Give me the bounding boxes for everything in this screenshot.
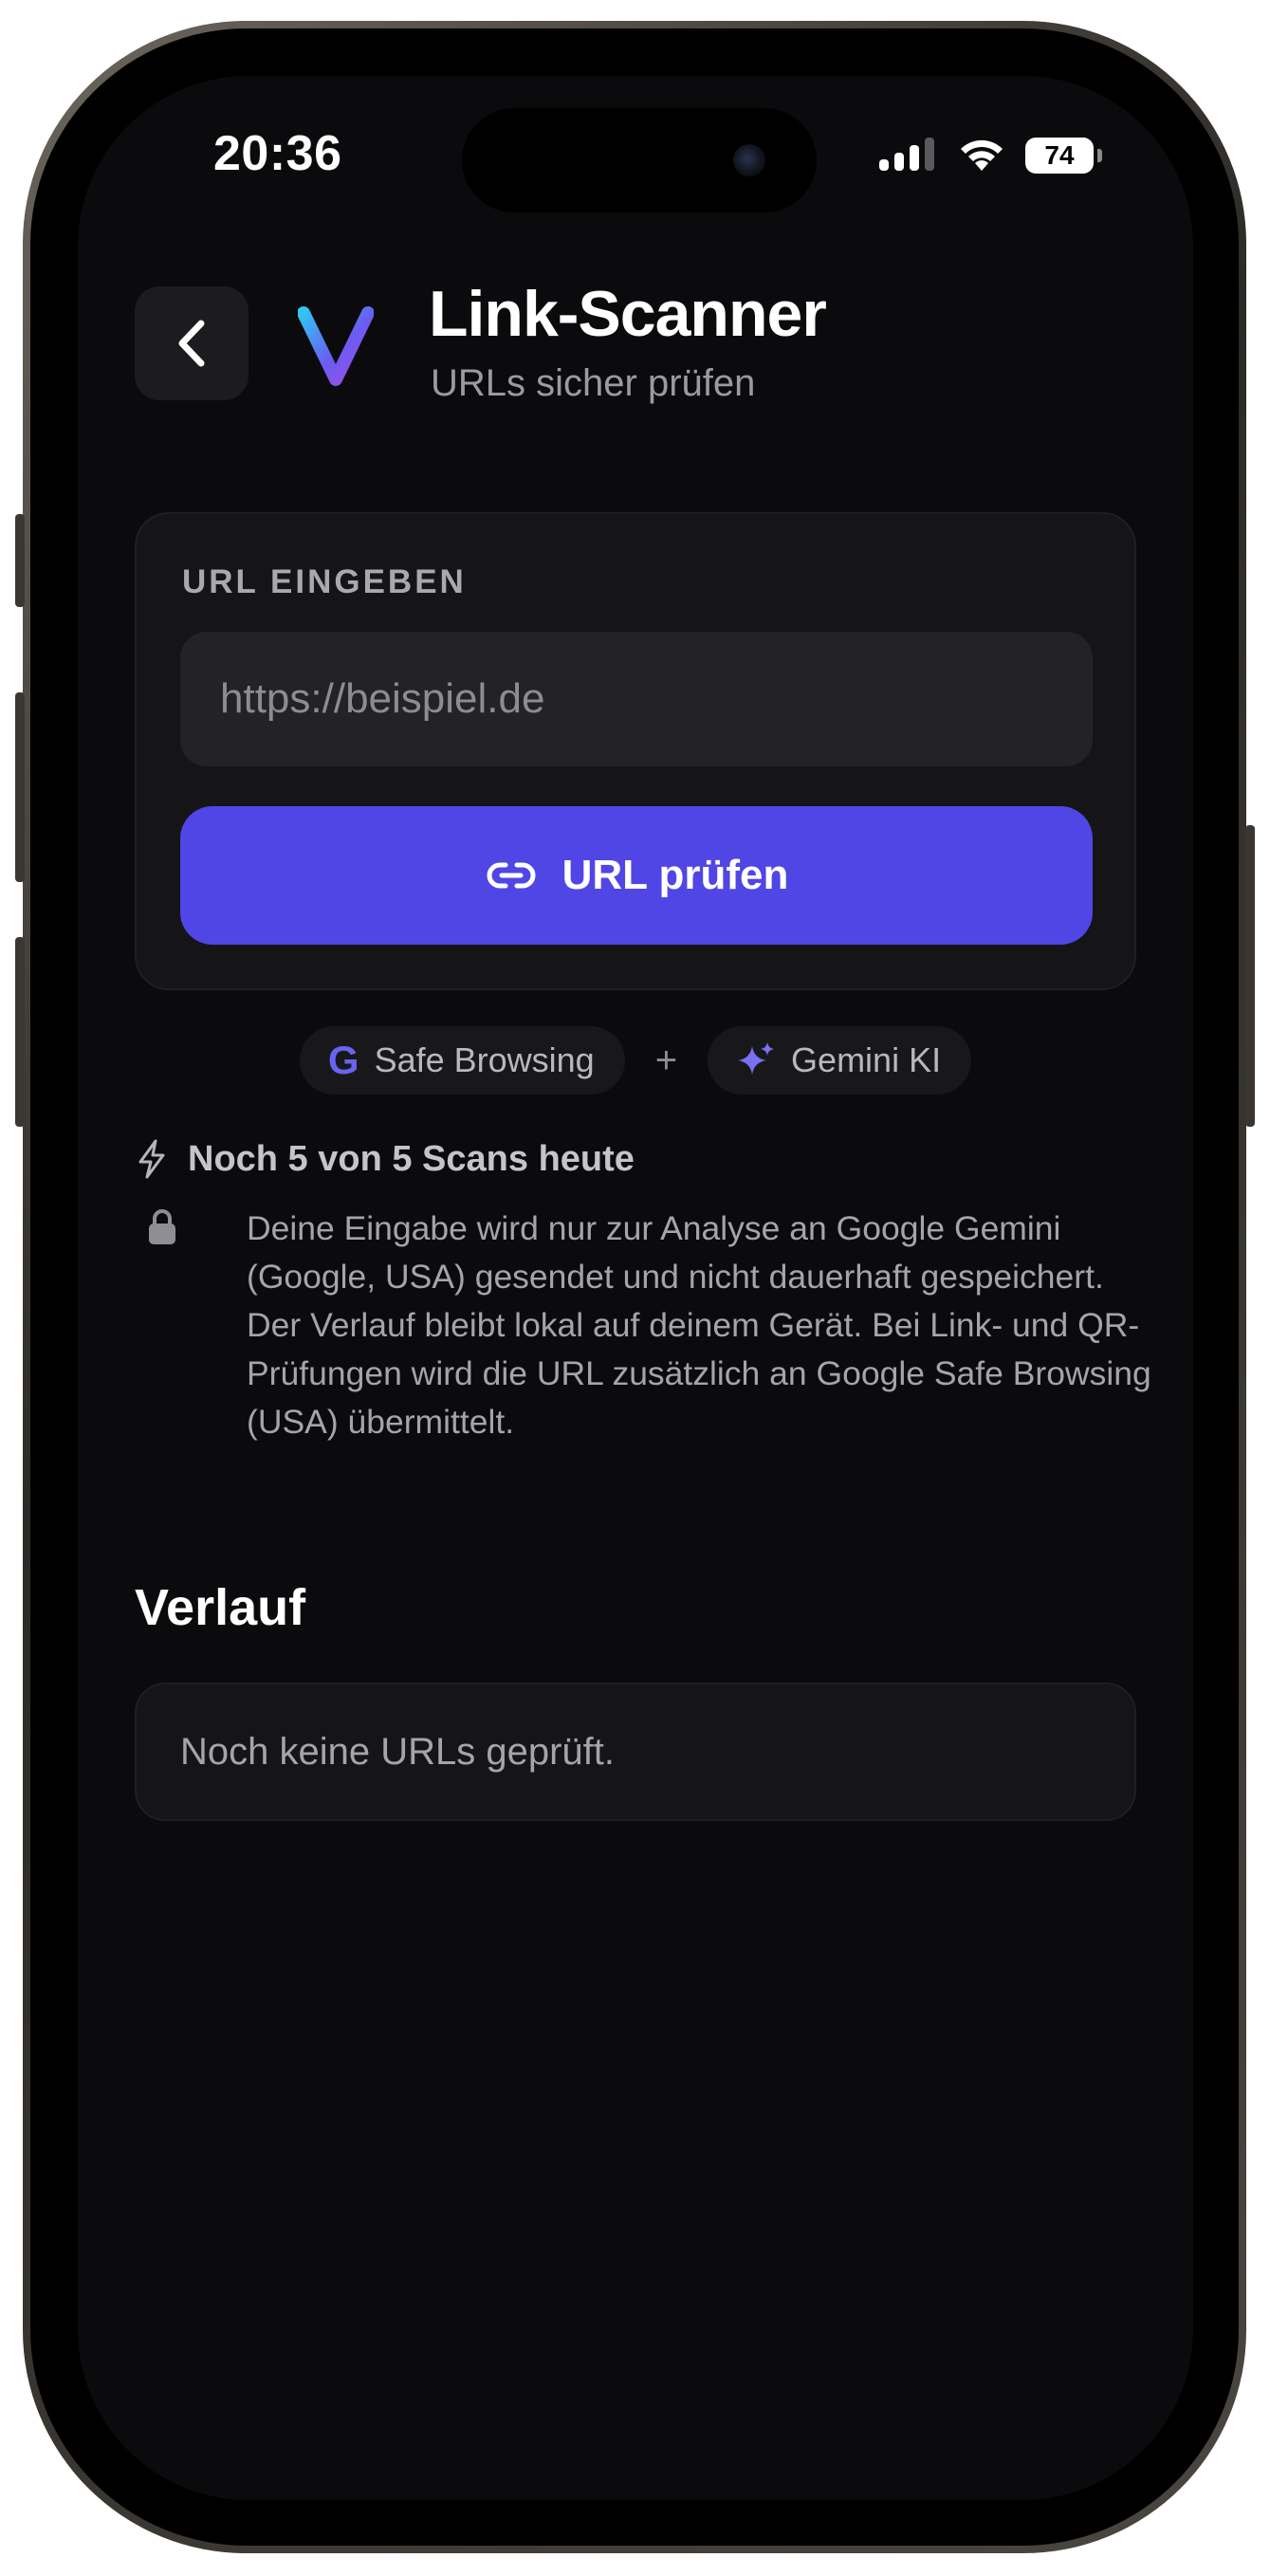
lightning-icon	[138, 1139, 165, 1179]
page-subtitle: URLs sicher prüfen	[431, 362, 756, 404]
google-g-icon: G	[327, 1038, 359, 1082]
privacy-notice-text: Deine Eingabe wird nur zur Analyse an Go…	[247, 1209, 1151, 1441]
status-time: 20:36	[213, 126, 342, 181]
volume-up-button	[15, 692, 25, 882]
volume-down-button	[15, 937, 25, 1127]
sparkle-icon	[738, 1042, 775, 1075]
page-title: Link-Scanner	[429, 278, 827, 350]
link-icon	[487, 862, 536, 889]
chevron-left-icon	[178, 320, 205, 367]
scan-quota-text: Noch 5 von 5 Scans heute	[188, 1138, 635, 1179]
battery-tip	[1097, 149, 1102, 162]
lock-icon	[149, 1209, 175, 1244]
power-button	[1245, 825, 1255, 1127]
gemini-label: Gemini KI	[791, 1040, 942, 1079]
url-input-label: URL EINGEBEN	[182, 563, 467, 600]
battery-icon: 74	[1025, 138, 1094, 174]
history-list: Noch keine URLs geprüft.	[135, 1683, 1136, 1821]
check-url-button[interactable]: URL prüfen	[180, 806, 1093, 945]
wifi-icon	[961, 139, 1003, 171]
url-input-card: URL EINGEBEN URL prüfen	[135, 512, 1136, 990]
history-title: Verlauf	[135, 1579, 306, 1636]
app-screen: 20:36 74 Link-Scanner URLs sicher prüfen…	[78, 76, 1193, 2500]
badge-plus-separator: +	[654, 1039, 678, 1081]
cellular-signal-icon	[879, 138, 934, 171]
safe-browsing-badge: G Safe Browsing	[299, 1026, 625, 1095]
battery-indicator: 74	[1025, 138, 1102, 174]
back-button[interactable]	[135, 286, 248, 400]
status-icons: 74	[879, 135, 1102, 176]
safe-browsing-label: Safe Browsing	[374, 1040, 595, 1079]
scan-quota: Noch 5 von 5 Scans heute	[135, 1138, 635, 1180]
gemini-badge: Gemini KI	[708, 1026, 972, 1095]
dynamic-island	[462, 108, 817, 212]
service-badges: G Safe Browsing + Gemini KI	[78, 1026, 1193, 1095]
action-button	[15, 514, 25, 607]
v-logo-icon	[298, 306, 374, 386]
url-input[interactable]	[180, 632, 1093, 766]
history-empty-text: Noch keine URLs geprüft.	[180, 1730, 616, 1773]
front-camera	[733, 144, 765, 176]
battery-level: 74	[1044, 140, 1075, 170]
check-url-button-label: URL prüfen	[561, 852, 789, 898]
